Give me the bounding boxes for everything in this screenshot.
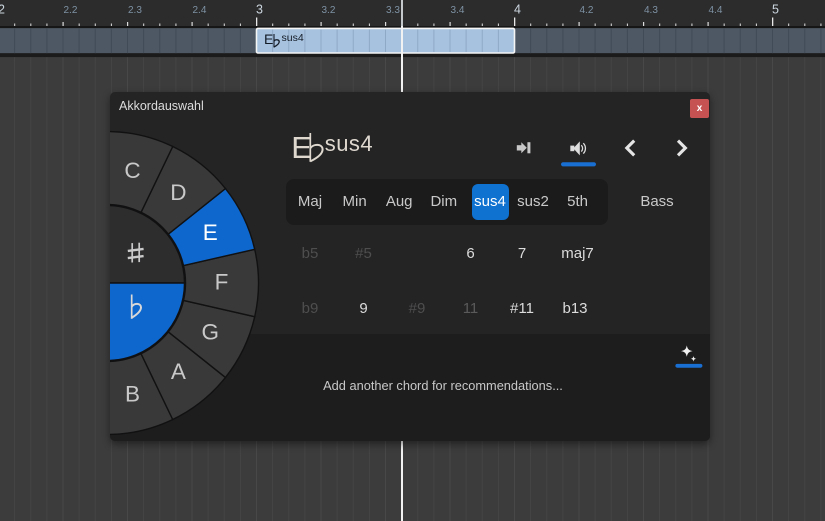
svg-text:3.4: 3.4 [451, 5, 465, 16]
svg-text:3: 3 [256, 3, 263, 17]
svg-text:2: 2 [0, 3, 5, 17]
svg-text:5: 5 [772, 3, 779, 17]
svg-text:4: 4 [514, 3, 521, 17]
svg-text:3.2: 3.2 [322, 5, 336, 16]
svg-text:2.2: 2.2 [64, 5, 78, 16]
svg-text:2.3: 2.3 [128, 5, 142, 16]
svg-text:4.2: 4.2 [580, 5, 594, 16]
svg-text:3.3: 3.3 [386, 5, 400, 16]
svg-text:4.3: 4.3 [644, 5, 658, 16]
svg-text:2.4: 2.4 [193, 5, 207, 16]
svg-text:4.4: 4.4 [709, 5, 723, 16]
